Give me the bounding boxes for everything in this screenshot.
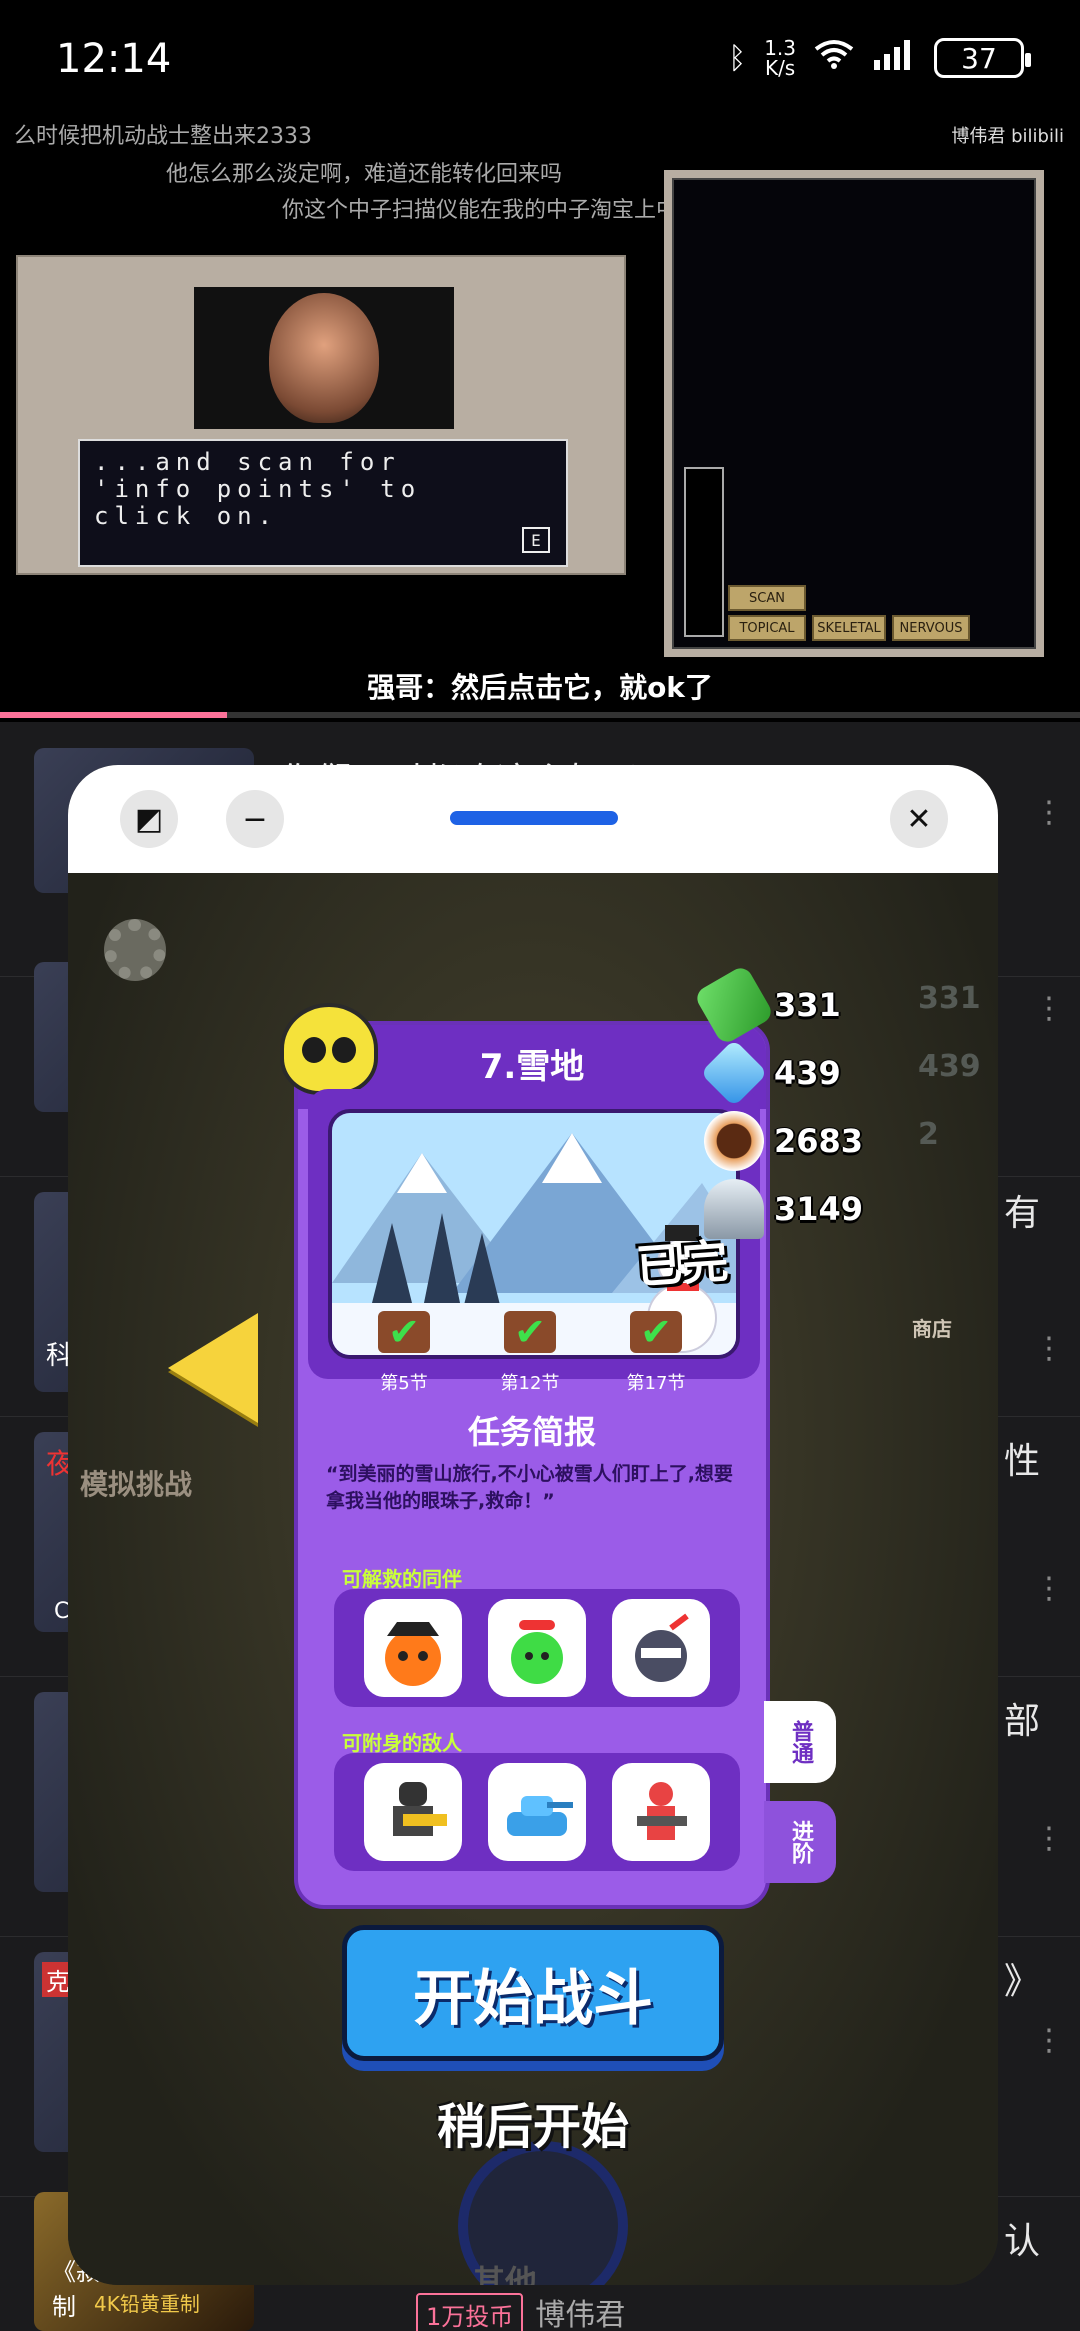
resource-ghost: 331 bbox=[918, 981, 981, 1016]
more-options-icon[interactable]: ⋮ bbox=[1034, 798, 1064, 828]
checkpoint-label: 第17节 bbox=[626, 1373, 686, 1394]
video-meta: 1万投币 博伟君 bbox=[416, 2290, 625, 2331]
battery-level: 37 bbox=[961, 41, 997, 75]
checkpoint-flag: ✔ bbox=[626, 1310, 686, 1359]
clock: 12:14 bbox=[56, 36, 172, 82]
more-options-icon[interactable]: ⋮ bbox=[1034, 1334, 1064, 1364]
ally-pirate-pumpkin[interactable] bbox=[364, 1599, 462, 1697]
resource-ghost: 2 bbox=[918, 1117, 939, 1152]
list-item-title[interactable]: 部 bbox=[1004, 1692, 1040, 1744]
more-options-icon[interactable]: ⋮ bbox=[1034, 2026, 1064, 2056]
checkpoint-flag: ✔ bbox=[374, 1310, 434, 1359]
resize-icon: ◩ bbox=[134, 801, 164, 837]
enemies-label: 可附身的敌人 bbox=[342, 1731, 462, 1755]
floating-app-window: ◩ − ✕ 模拟挑战 商店 331 439 2 7.雪地 ✔ ✔ ✔ 第5节 第… bbox=[68, 765, 998, 2285]
crystal-icon bbox=[700, 1039, 768, 1107]
list-item-title[interactable]: 有 bbox=[1004, 1184, 1040, 1236]
minimize-icon: − bbox=[242, 801, 268, 837]
face-image bbox=[194, 287, 454, 429]
skull-icon bbox=[280, 1003, 378, 1095]
status-icons: ᛒ 1.3 K/s 37 bbox=[728, 38, 1031, 78]
checkmark-icon: ✔ bbox=[504, 1310, 556, 1354]
signal-icon bbox=[872, 38, 916, 78]
drag-handle[interactable] bbox=[450, 811, 618, 825]
fullscreen-button[interactable]: ◩ bbox=[120, 790, 178, 848]
thumbnail-subtitle: 4K铅黄重制 bbox=[94, 2292, 200, 2316]
coffee-icon bbox=[704, 1111, 764, 1171]
start-later-button[interactable]: 稍后开始 bbox=[68, 2087, 998, 2157]
resource-screw: 3149 bbox=[704, 1179, 864, 1239]
ally-grey-bomb[interactable] bbox=[612, 1599, 710, 1697]
gear-icon[interactable] bbox=[104, 919, 166, 981]
coffee-value: 2683 bbox=[774, 1122, 864, 1160]
shop-button[interactable]: 商店 bbox=[912, 1313, 952, 1342]
other-label: 其他 bbox=[473, 2263, 538, 2285]
game-screen: 模拟挑战 商店 331 439 2 7.雪地 ✔ ✔ ✔ 第5节 第12节 第1… bbox=[68, 873, 998, 2285]
allies-label: 可解救的同伴 bbox=[342, 1567, 462, 1591]
video-left-screen: ...and scan for 'info points' to click o… bbox=[16, 255, 626, 575]
tab-advanced[interactable]: 进阶 bbox=[764, 1801, 836, 1883]
brief-title: 任务简报 bbox=[467, 1413, 596, 1451]
list-item-title[interactable]: 性 bbox=[1004, 1432, 1040, 1484]
close-button[interactable]: ✕ bbox=[890, 790, 948, 848]
enemy-soldier[interactable] bbox=[612, 1763, 710, 1861]
more-options-icon[interactable]: ⋮ bbox=[1034, 1574, 1064, 1604]
ally-green-bomb[interactable] bbox=[488, 1599, 586, 1697]
scan-instruction-body: ...and scan for 'info points' to click o… bbox=[94, 448, 422, 530]
author-name: 博伟君 bbox=[535, 2298, 626, 2331]
scan-button: SCAN bbox=[728, 585, 806, 611]
completed-stamp: 已完 bbox=[634, 1233, 730, 1295]
coin-badge: 1万投币 bbox=[416, 2293, 524, 2331]
topical-button: TOPICAL bbox=[728, 615, 806, 641]
brief-text: “到美丽的雪山旅行,不小心被雪人们盯上了,想要拿我当他的眼珠子,救命！” bbox=[326, 1463, 733, 1512]
battery-icon: 37 bbox=[934, 38, 1031, 78]
list-item-title[interactable]: 认 bbox=[1004, 2212, 1040, 2264]
enemy-tank[interactable] bbox=[488, 1763, 586, 1861]
video-watermark: 博伟君 bilibili bbox=[951, 126, 1064, 147]
video-right-screen: SCAN TOPICAL SKELETAL NERVOUS bbox=[664, 170, 1044, 657]
enemy-gunner[interactable] bbox=[364, 1763, 462, 1861]
screw-value: 3149 bbox=[774, 1190, 864, 1228]
enemies-list bbox=[334, 1753, 740, 1871]
video-progress-fill bbox=[0, 712, 227, 718]
key-e-icon: E bbox=[522, 527, 550, 553]
start-battle-button[interactable]: 开始战斗 bbox=[342, 1925, 724, 2061]
video-progress-bar[interactable] bbox=[0, 712, 1080, 718]
checkpoint-flag: ✔ bbox=[500, 1310, 560, 1359]
checkpoint-label: 第5节 bbox=[380, 1373, 428, 1394]
more-options-icon[interactable]: ⋮ bbox=[1034, 1824, 1064, 1854]
window-toolbar: ◩ − ✕ bbox=[68, 765, 998, 873]
net-speed: 1.3 K/s bbox=[764, 38, 796, 78]
checkmark-icon: ✔ bbox=[378, 1310, 430, 1354]
list-item-title[interactable]: 》 bbox=[1004, 1952, 1040, 2004]
checkmark-icon: ✔ bbox=[630, 1310, 682, 1354]
close-icon: ✕ bbox=[906, 801, 932, 837]
checkpoint-label: 第12节 bbox=[500, 1373, 560, 1394]
minimize-button[interactable]: − bbox=[226, 790, 284, 848]
status-bar: 12:14 ᛒ 1.3 K/s 37 bbox=[0, 0, 1080, 120]
resource-cash: 331 bbox=[693, 964, 841, 1046]
danmaku-2: 他怎么那么淡定啊，难道还能转化回来吗 bbox=[166, 162, 563, 187]
resource-coffee: 2683 bbox=[704, 1111, 864, 1171]
back-arrow-icon[interactable] bbox=[168, 1313, 258, 1423]
bluetooth-icon: ᛒ bbox=[728, 40, 747, 76]
tab-normal[interactable]: 普通 bbox=[764, 1701, 836, 1783]
video-player[interactable]: 博伟君 bilibili 么时候把机动战士整出来2333 他怎么那么淡定啊，难道… bbox=[0, 110, 1080, 720]
resource-crystal: 439 bbox=[700, 1039, 841, 1107]
more-options-icon[interactable]: ⋮ bbox=[1034, 994, 1064, 1024]
mission-panel: 7.雪地 ✔ ✔ ✔ 第5节 第12节 第17节 任务简报 “到美丽的雪山旅行,… bbox=[280, 1003, 770, 1909]
cash-value: 331 bbox=[774, 986, 841, 1024]
skeletal-button: SKELETAL bbox=[812, 615, 886, 641]
scan-instruction-text: ...and scan for 'info points' to click o… bbox=[78, 439, 568, 567]
crystal-value: 439 bbox=[774, 1054, 841, 1092]
danmaku-1: 么时候把机动战士整出来2333 bbox=[14, 124, 312, 149]
wifi-icon bbox=[814, 39, 854, 77]
video-subtitle: 强哥：然后点击它，就ok了 bbox=[367, 671, 713, 704]
sim-challenge-label[interactable]: 模拟挑战 bbox=[80, 1463, 192, 1503]
nervous-button: NERVOUS bbox=[892, 615, 970, 641]
allies-list bbox=[334, 1589, 740, 1707]
scanner-meter bbox=[684, 467, 724, 637]
net-speed-unit: K/s bbox=[764, 56, 796, 80]
resource-ghost: 439 bbox=[918, 1049, 981, 1084]
